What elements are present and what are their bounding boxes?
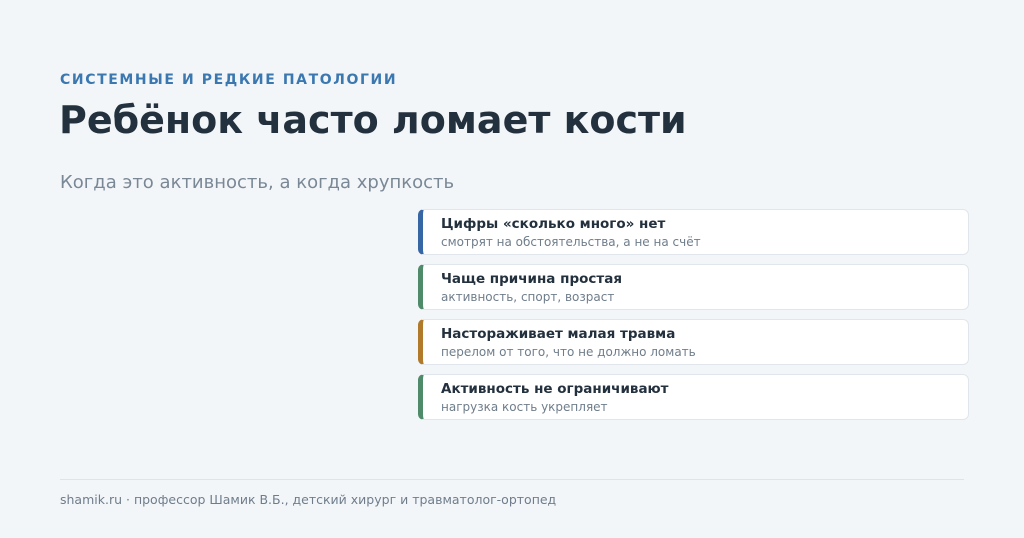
key-point-description: активность, спорт, возраст	[441, 290, 615, 304]
key-point-description: смотрят на обстоятельства, а не на счёт	[441, 235, 701, 249]
key-point-card: Настораживает малая травма перелом от то…	[418, 319, 969, 365]
key-point-title: Чаще причина простая	[441, 271, 622, 287]
key-points-list: Цифры «сколько много» нет смотрят на обс…	[418, 209, 969, 429]
key-point-card: Активность не ограничивают нагрузка кост…	[418, 374, 969, 420]
page-title: Ребёнок часто ломает кости	[59, 98, 687, 142]
page-category: СИСТЕМНЫЕ И РЕДКИЕ ПАТОЛОГИИ	[60, 72, 398, 88]
key-point-card: Цифры «сколько много» нет смотрят на обс…	[418, 209, 969, 255]
page-subtitle: Когда это активность, а когда хрупкость	[60, 172, 455, 193]
key-point-title: Цифры «сколько много» нет	[441, 216, 666, 232]
key-point-description: нагрузка кость укрепляет	[441, 400, 608, 414]
key-point-title: Активность не ограничивают	[441, 381, 669, 397]
footer-divider	[60, 479, 964, 480]
key-point-card: Чаще причина простая активность, спорт, …	[418, 264, 969, 310]
key-point-title: Настораживает малая травма	[441, 326, 676, 342]
footer-credit: shamik.ru · профессор Шамик В.Б., детски…	[60, 492, 557, 507]
key-point-description: перелом от того, что не должно ломать	[441, 345, 696, 359]
